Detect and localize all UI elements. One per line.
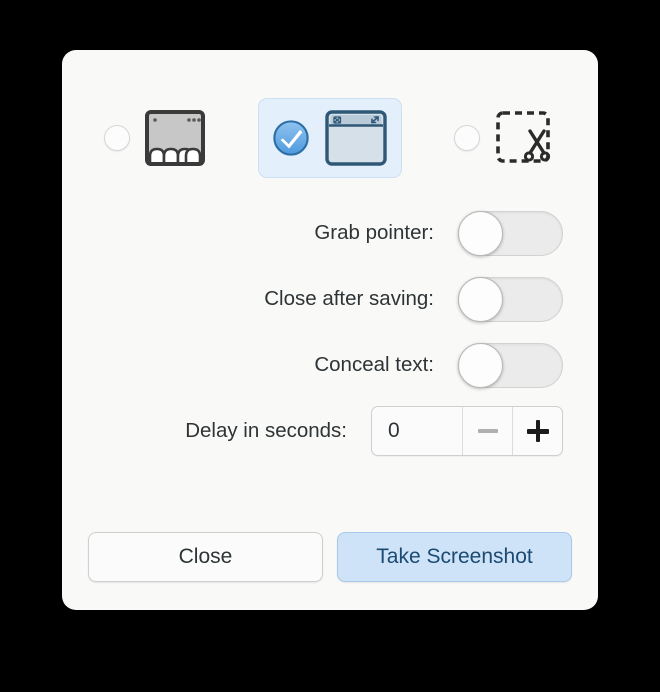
selection-scissors-icon — [496, 111, 551, 163]
option-row-close-after-saving: Close after saving: — [82, 266, 563, 332]
option-label-grab-pointer: Grab pointer: — [314, 221, 434, 244]
take-screenshot-button[interactable]: Take Screenshot — [337, 532, 572, 582]
toggle-knob — [458, 276, 503, 322]
option-row-delay: Delay in seconds: 0 — [82, 398, 563, 464]
toggle-close-after-saving[interactable] — [458, 276, 563, 322]
checkmark-icon[interactable] — [272, 119, 310, 157]
mode-option-selection[interactable] — [440, 98, 570, 178]
option-label-close-after-saving: Close after saving: — [264, 287, 434, 310]
mode-option-window[interactable] — [258, 98, 402, 178]
capture-mode-selector — [62, 90, 598, 186]
dialog-footer: Close Take Screenshot — [62, 532, 598, 582]
option-label-conceal-text: Conceal text: — [314, 353, 434, 376]
close-button[interactable]: Close — [88, 532, 323, 582]
delay-spinbutton[interactable]: 0 — [371, 406, 563, 456]
option-row-conceal-text: Conceal text: — [82, 332, 563, 398]
toggle-conceal-text[interactable] — [458, 342, 563, 388]
options-list: Grab pointer: Close after saving: Concea… — [62, 200, 598, 464]
delay-value[interactable]: 0 — [372, 407, 462, 455]
plus-icon — [526, 420, 549, 442]
mode-option-whole-screen[interactable] — [90, 98, 220, 178]
toggle-grab-pointer[interactable] — [458, 210, 563, 256]
option-row-grab-pointer: Grab pointer: — [82, 200, 563, 266]
screenshot-dialog: Grab pointer: Close after saving: Concea… — [62, 50, 598, 610]
minus-icon — [477, 429, 498, 433]
radio-selection[interactable] — [454, 125, 480, 151]
toggle-knob — [458, 210, 503, 256]
desktop-backdrop: Grab pointer: Close after saving: Concea… — [0, 0, 660, 692]
option-label-delay: Delay in seconds: — [185, 419, 347, 442]
radio-whole-screen[interactable] — [104, 125, 130, 151]
window-icon — [325, 110, 387, 166]
whole-screen-icon — [145, 110, 205, 166]
toggle-knob — [458, 342, 503, 388]
delay-decrement-button[interactable] — [462, 407, 512, 455]
delay-increment-button[interactable] — [512, 407, 562, 455]
